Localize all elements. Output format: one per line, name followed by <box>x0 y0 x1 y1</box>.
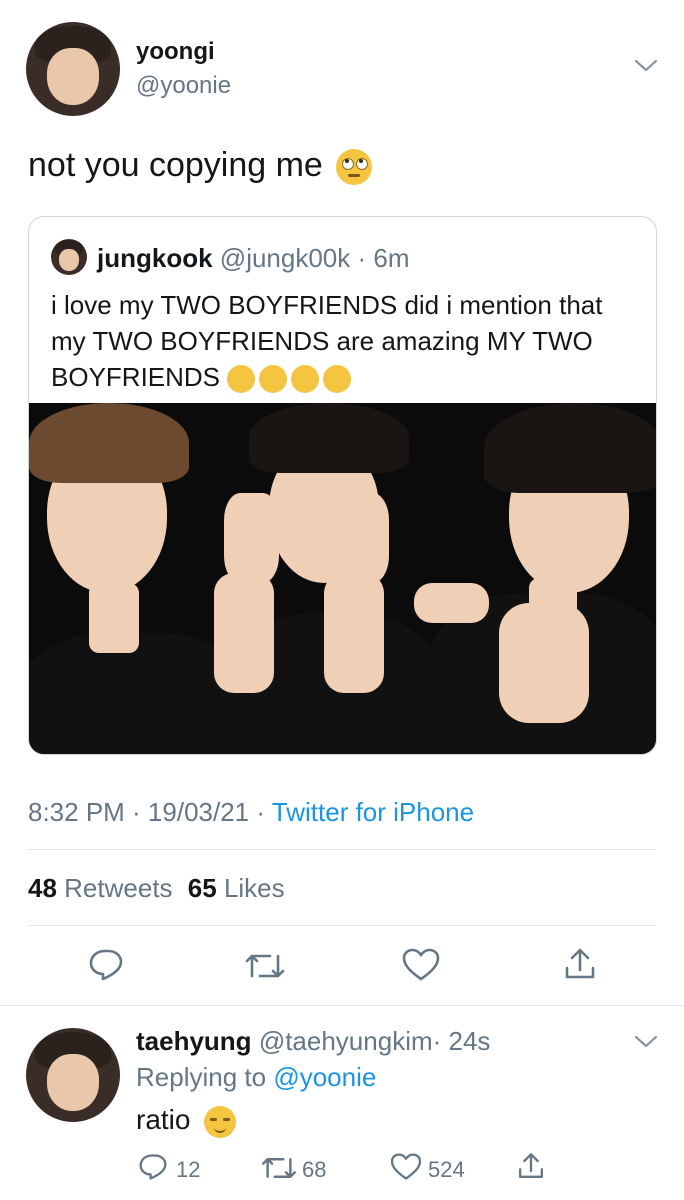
replying-handle-link[interactable]: @yoonie <box>273 1062 376 1092</box>
tweet-timestamp[interactable]: 8:32 PM · 19/03/21 · <box>28 797 272 827</box>
replying-to: Replying to @yoonie <box>136 1062 376 1093</box>
author-avatar[interactable] <box>26 22 120 116</box>
retweet-icon[interactable] <box>260 1154 298 1182</box>
eye-roll-emoji-icon <box>336 149 373 186</box>
reply-text-content: ratio <box>136 1104 191 1135</box>
tweet-meta: 8:32 PM · 19/03/21 · Twitter for iPhone <box>28 797 474 828</box>
reply-author-handle[interactable]: @taehyungkim <box>259 1026 433 1056</box>
retweet-icon[interactable] <box>244 950 286 982</box>
tweet-text-content: not you copying me <box>28 146 323 184</box>
author-handle[interactable]: @yoonie <box>136 72 231 100</box>
like-count: 524 <box>428 1157 465 1182</box>
chevron-down-icon[interactable] <box>634 1034 658 1050</box>
tweet-stats: 48 Retweets 65 Likes <box>28 873 285 904</box>
divider <box>28 849 656 850</box>
tweet-source-link[interactable]: Twitter for iPhone <box>272 797 474 827</box>
reply-icon[interactable] <box>88 948 124 982</box>
author-name[interactable]: yoongi <box>136 38 215 66</box>
quoted-author-handle: @jungk00k <box>219 243 351 273</box>
retweets-stat[interactable]: 48 Retweets <box>28 873 173 903</box>
chevron-down-icon[interactable] <box>634 58 658 74</box>
relieved-emoji-icon <box>204 1105 237 1138</box>
quoted-header: jungkook @jungk00k · 6m <box>97 243 410 274</box>
likes-stat[interactable]: 65 Likes <box>188 873 285 903</box>
share-icon[interactable] <box>562 946 598 982</box>
quoted-photo[interactable] <box>29 403 656 754</box>
retweet-count: 68 <box>302 1157 327 1182</box>
heart-icon[interactable] <box>390 1153 422 1181</box>
quoted-text: i love my TWO BOYFRIENDS did i mention t… <box>51 287 641 395</box>
divider <box>28 925 656 926</box>
heart-icon[interactable] <box>402 948 440 982</box>
tweet-text: not you copying me <box>28 146 373 186</box>
reply-author-avatar[interactable] <box>26 1028 120 1122</box>
reply-header: taehyung @taehyungkim· 24s <box>136 1026 490 1057</box>
quoted-author-avatar <box>51 239 87 275</box>
reply-text: ratio <box>136 1104 237 1138</box>
replying-label: Replying to <box>136 1062 267 1092</box>
quoted-tweet-card[interactable]: jungkook @jungk00k · 6m i love my TWO BO… <box>28 216 657 755</box>
section-separator <box>0 1005 684 1006</box>
quoted-time: · 6m <box>357 243 410 273</box>
reply-icon[interactable] <box>138 1153 168 1181</box>
reply-time: · 24s <box>432 1026 491 1056</box>
reply-author-name[interactable]: taehyung <box>136 1026 252 1056</box>
share-icon[interactable] <box>516 1151 546 1181</box>
reply-count: 12 <box>176 1157 201 1182</box>
smiling-hearts-emoji-icon <box>227 362 352 394</box>
quoted-author-name: jungkook <box>97 243 213 273</box>
